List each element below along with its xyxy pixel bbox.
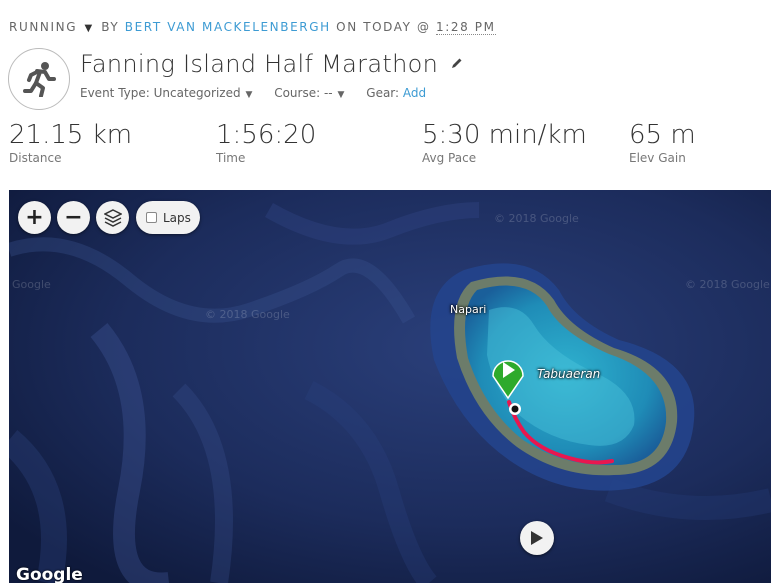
- zoom-in-button[interactable]: +: [18, 201, 51, 234]
- on-label: ON TODAY @: [336, 20, 431, 34]
- chevron-down-icon: ▼: [334, 90, 345, 100]
- laps-toggle[interactable]: Laps: [136, 201, 200, 234]
- gear-field: Gear: Add: [366, 86, 426, 100]
- map-watermark: © 2018 Google: [494, 212, 579, 225]
- title-row: Fanning Island Half Marathon: [80, 50, 463, 78]
- stat-value: 5:30 min/km: [422, 120, 587, 150]
- by-label: BY: [101, 20, 120, 34]
- course-value: --: [323, 86, 333, 100]
- add-gear-link[interactable]: Add: [403, 86, 426, 100]
- stat-avg-pace: 5:30 min/km Avg Pace: [422, 120, 587, 165]
- course-selector[interactable]: Course: -- ▼: [274, 86, 348, 100]
- layers-button[interactable]: [96, 201, 129, 234]
- stat-distance: 21.15 km Distance: [9, 120, 132, 165]
- laps-checkbox[interactable]: [146, 212, 157, 223]
- stat-label: Time: [216, 151, 246, 165]
- activity-meta: Event Type: Uncategorized ▼ Course: -- ▼…: [80, 86, 444, 100]
- stat-label: Distance: [9, 151, 62, 165]
- stat-value: 21.15 km: [9, 120, 133, 150]
- activity-type-avatar: [8, 48, 70, 110]
- activity-title: Fanning Island Half Marathon: [80, 50, 439, 78]
- activity-type: RUNNING: [9, 20, 78, 34]
- play-route-button[interactable]: [520, 521, 554, 555]
- zoom-in-label: +: [25, 205, 44, 230]
- stat-value: 1:56:20: [216, 120, 317, 150]
- running-person-icon: [23, 62, 56, 97]
- route-map[interactable]: © 2018 Google Google © 2018 Google © 201…: [9, 190, 771, 583]
- zoom-out-button[interactable]: −: [57, 201, 90, 234]
- event-type-value: Uncategorized: [153, 86, 241, 100]
- map-watermark: © 2018 Google: [685, 278, 770, 291]
- place-label-napari: Napari: [450, 303, 487, 316]
- stat-value: 65 m: [629, 120, 696, 150]
- course-label: Course:: [274, 86, 321, 100]
- play-icon: [531, 531, 543, 545]
- layers-icon: [103, 208, 122, 227]
- google-logo: Google: [16, 565, 83, 583]
- event-type-label: Event Type:: [80, 86, 150, 100]
- activity-time: 1:28 PM: [436, 20, 496, 35]
- activity-header-line: RUNNING ▼ BY BERT VAN MACKELENBERGH ON T…: [9, 20, 496, 35]
- author-link[interactable]: BERT VAN MACKELENBERGH: [125, 20, 331, 34]
- chevron-down-icon: ▼: [242, 90, 253, 100]
- satellite-imagery: [9, 190, 771, 583]
- pencil-icon[interactable]: [451, 54, 463, 73]
- map-watermark: Google: [12, 278, 51, 291]
- activity-type-dropdown-icon[interactable]: ▼: [85, 23, 94, 34]
- zoom-out-label: −: [64, 205, 83, 230]
- gear-label: Gear:: [366, 86, 400, 100]
- stat-label: Avg Pace: [422, 151, 477, 165]
- stat-label: Elev Gain: [629, 151, 686, 165]
- laps-label: Laps: [163, 210, 191, 225]
- event-type-selector[interactable]: Event Type: Uncategorized ▼: [80, 86, 256, 100]
- stat-time: 1:56:20 Time: [216, 120, 316, 165]
- stat-elev-gain: 65 m Elev Gain: [629, 120, 696, 165]
- place-label-tabuaeran: Tabuaeran: [537, 367, 601, 381]
- map-watermark: © 2018 Google: [205, 308, 290, 321]
